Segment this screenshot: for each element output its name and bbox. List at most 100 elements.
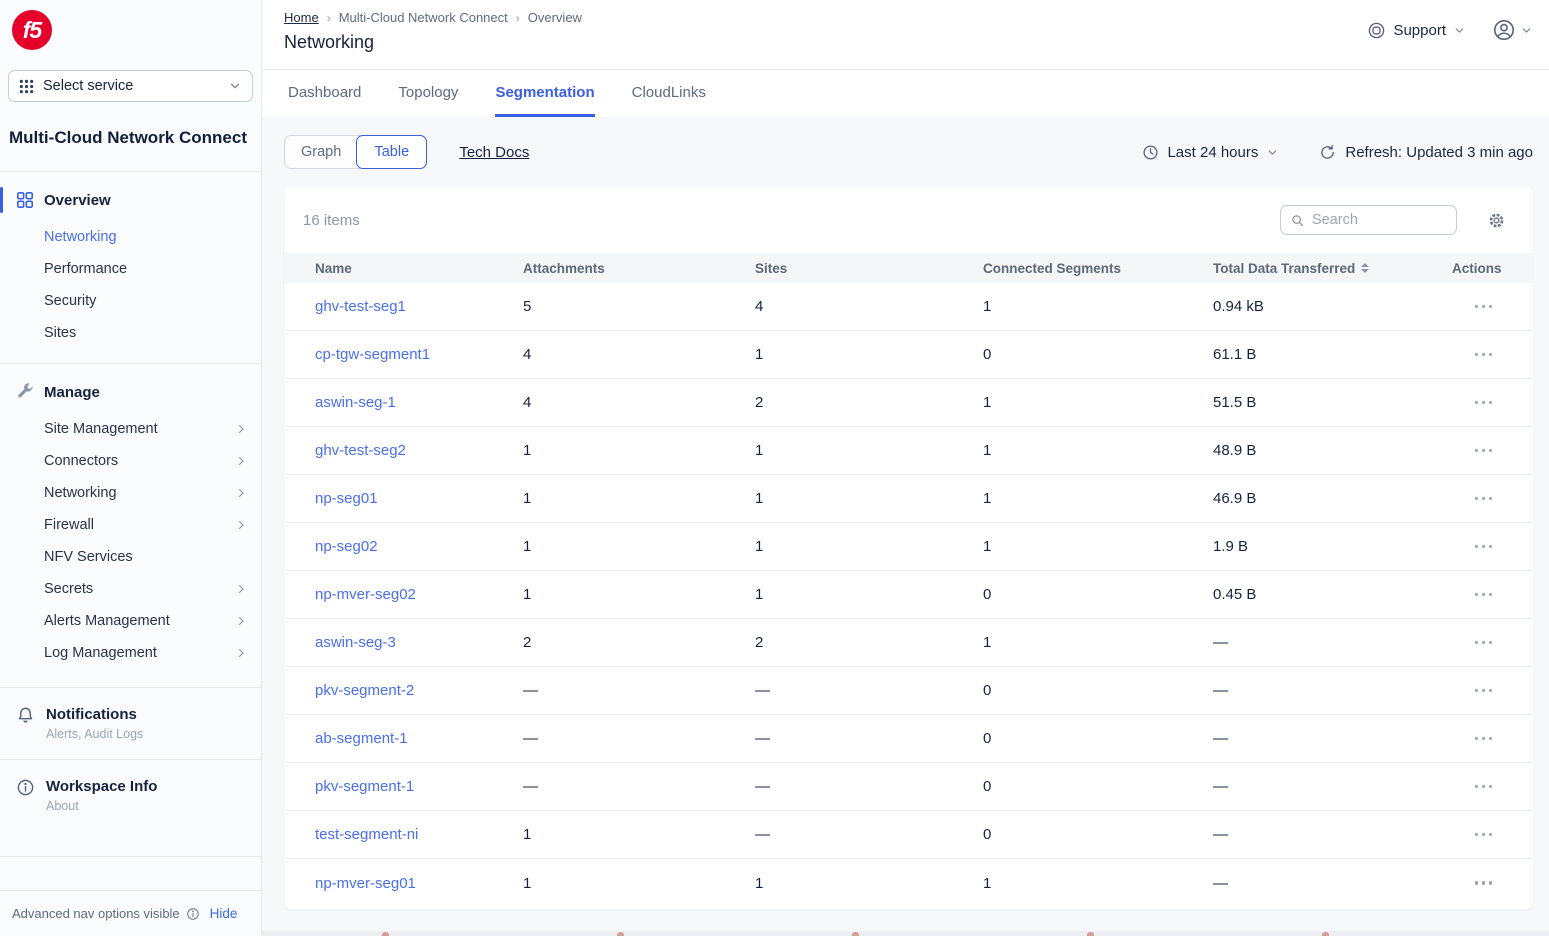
workspace-info-sub: About xyxy=(46,799,157,813)
sidebar-overview-item[interactable]: Performance xyxy=(0,253,261,285)
sidebar-section-overview[interactable]: Overview xyxy=(0,185,261,215)
sidebar-manage-item[interactable]: Connectors xyxy=(0,445,261,477)
sites-cell: — xyxy=(755,826,983,843)
row-actions-button[interactable] xyxy=(1473,635,1495,651)
segment-name-link[interactable]: ghv-test-seg2 xyxy=(315,442,523,459)
sidebar-item-workspace-info[interactable]: Workspace Info About xyxy=(0,772,261,819)
table-row: cp-tgw-segment1 4 1 0 61.1 B xyxy=(284,331,1533,379)
sites-cell: — xyxy=(755,730,983,747)
search-input[interactable] xyxy=(1312,212,1447,228)
sites-cell: 2 xyxy=(755,394,983,411)
row-actions-button[interactable] xyxy=(1473,731,1495,747)
sidebar-section-manage[interactable]: Manage xyxy=(0,377,261,407)
column-header-sites[interactable]: Sites xyxy=(755,261,983,276)
sites-cell: — xyxy=(755,682,983,699)
support-label: Support xyxy=(1393,22,1446,39)
attachments-cell: 4 xyxy=(523,346,755,363)
segment-name-link[interactable]: np-seg02 xyxy=(315,538,523,555)
tech-docs-link[interactable]: Tech Docs xyxy=(459,144,529,161)
sidebar-manage-item[interactable]: Log Management xyxy=(0,637,261,669)
support-menu[interactable]: Support xyxy=(1367,21,1466,40)
sidebar-manage-item[interactable]: Firewall xyxy=(0,509,261,541)
connected-segments-cell: 1 xyxy=(983,875,1213,892)
chevron-right-icon xyxy=(235,583,247,595)
info-icon xyxy=(16,778,35,813)
overview-grid-icon xyxy=(16,191,34,209)
attachments-cell: 5 xyxy=(523,298,755,315)
connected-segments-cell: 0 xyxy=(983,346,1213,363)
segment-name-link[interactable]: cp-tgw-segment1 xyxy=(315,346,523,363)
segment-name-link[interactable]: aswin-seg-1 xyxy=(315,394,523,411)
tab-cloudlinks[interactable]: CloudLinks xyxy=(632,84,706,117)
row-actions-button[interactable] xyxy=(1473,443,1495,459)
attachments-cell: 4 xyxy=(523,394,755,411)
row-actions-button[interactable] xyxy=(1473,683,1495,699)
row-actions-button[interactable] xyxy=(1473,875,1495,891)
table-row: aswin-seg-1 4 2 1 51.5 B xyxy=(284,379,1533,427)
segment-name-link[interactable]: pkv-segment-2 xyxy=(315,682,523,699)
sidebar-overview-item[interactable]: Security xyxy=(0,285,261,317)
tab-dashboard[interactable]: Dashboard xyxy=(288,84,361,117)
sites-cell: 1 xyxy=(755,538,983,555)
column-header-total-data[interactable]: Total Data Transferred xyxy=(1213,261,1452,276)
advanced-nav-text: Advanced nav options visible xyxy=(12,906,180,921)
row-actions-button[interactable] xyxy=(1473,539,1495,555)
refresh-button[interactable]: Refresh: Updated 3 min ago xyxy=(1319,144,1533,161)
segment-name-link[interactable]: test-segment-ni xyxy=(315,826,523,843)
time-range-selector[interactable]: Last 24 hours xyxy=(1142,144,1279,161)
notifications-sub: Alerts, Audit Logs xyxy=(46,727,143,741)
tab-topology[interactable]: Topology xyxy=(398,84,458,117)
column-header-name[interactable]: Name xyxy=(315,261,523,276)
breadcrumb-home-link[interactable]: Home xyxy=(284,10,319,25)
segment-name-link[interactable]: ab-segment-1 xyxy=(315,730,523,747)
table-header-row: Name Attachments Sites Connected Segment… xyxy=(284,253,1533,283)
time-range-label: Last 24 hours xyxy=(1167,144,1258,161)
table-view-button[interactable]: Table xyxy=(356,135,427,169)
sites-cell: 4 xyxy=(755,298,983,315)
table-settings-button[interactable] xyxy=(1487,211,1506,230)
tab-segmentation[interactable]: Segmentation xyxy=(495,84,594,117)
table-row: np-mver-seg01 1 1 1 — xyxy=(284,859,1533,907)
segment-name-link[interactable]: aswin-seg-3 xyxy=(315,634,523,651)
segment-name-link[interactable]: ghv-test-seg1 xyxy=(315,298,523,315)
service-selector[interactable]: Select service xyxy=(8,70,253,102)
search-box xyxy=(1280,205,1457,235)
chevron-right-icon xyxy=(235,423,247,435)
attachments-cell: — xyxy=(523,730,755,747)
sidebar-manage-item[interactable]: Site Management xyxy=(0,413,261,445)
sidebar-manage-item[interactable]: Secrets xyxy=(0,573,261,605)
row-actions-button[interactable] xyxy=(1473,395,1495,411)
account-menu[interactable] xyxy=(1492,18,1533,42)
page-title: Networking xyxy=(284,32,1533,53)
row-actions-button[interactable] xyxy=(1473,827,1495,843)
chevron-right-icon xyxy=(235,647,247,659)
row-actions-button[interactable] xyxy=(1473,347,1495,363)
segment-name-link[interactable]: np-mver-seg02 xyxy=(315,586,523,603)
row-actions-button[interactable] xyxy=(1473,299,1495,315)
row-actions-button[interactable] xyxy=(1473,491,1495,507)
sidebar-manage-item[interactable]: Networking xyxy=(0,477,261,509)
segment-name-link[interactable]: pkv-segment-1 xyxy=(315,778,523,795)
total-data-cell: — xyxy=(1213,682,1452,699)
segment-name-link[interactable]: np-mver-seg01 xyxy=(315,875,523,892)
f5-logo[interactable]: f5 xyxy=(12,10,52,50)
row-actions-button[interactable] xyxy=(1473,587,1495,603)
column-header-connected-segments[interactable]: Connected Segments xyxy=(983,261,1213,276)
graph-view-button[interactable]: Graph xyxy=(285,136,357,168)
table-row: np-mver-seg02 1 1 0 0.45 B xyxy=(284,571,1533,619)
sidebar-overview-item[interactable]: Sites xyxy=(0,317,261,349)
breadcrumb-crumb: Overview xyxy=(528,10,582,25)
row-actions-button[interactable] xyxy=(1473,779,1495,795)
hide-advanced-nav-link[interactable]: Hide xyxy=(210,906,238,921)
manage-subnav: Site Management Connectors Networking xyxy=(0,407,261,679)
column-header-attachments[interactable]: Attachments xyxy=(523,261,755,276)
sidebar-overview-item[interactable]: Networking xyxy=(0,221,261,253)
table-body: ghv-test-seg1 5 4 1 0.94 kB cp-tgw-segme… xyxy=(284,283,1533,907)
sidebar-manage-item[interactable]: Alerts Management xyxy=(0,605,261,637)
items-count: 16 items xyxy=(303,212,360,229)
sidebar-manage-item[interactable]: NFV Services xyxy=(0,541,261,573)
chevron-right-icon xyxy=(235,487,247,499)
sidebar-item-notifications[interactable]: Notifications Alerts, Audit Logs xyxy=(0,700,261,747)
sort-icon[interactable] xyxy=(1361,263,1369,273)
segment-name-link[interactable]: np-seg01 xyxy=(315,490,523,507)
